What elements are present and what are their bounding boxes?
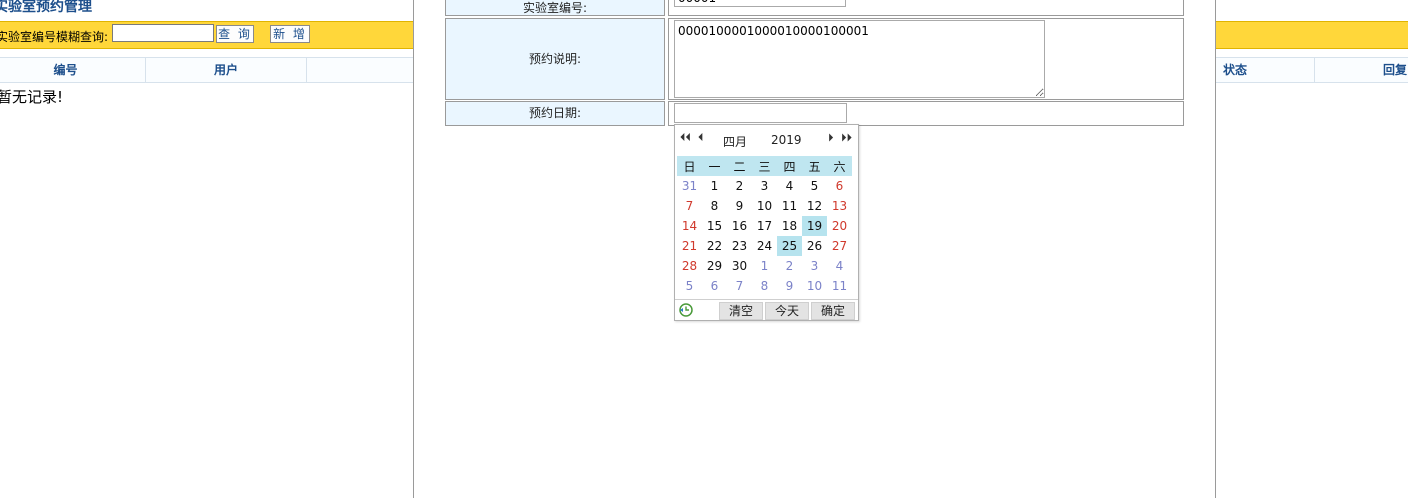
calendar-day[interactable]: 9: [727, 196, 752, 216]
lab-no-label: 实验室编号:: [445, 0, 665, 16]
calendar-day[interactable]: 16: [727, 216, 752, 236]
calendar-day-today[interactable]: 25: [777, 236, 802, 256]
calendar-day[interactable]: 7: [727, 276, 752, 296]
calendar-day[interactable]: 26: [802, 236, 827, 256]
weekday-header: 六: [827, 156, 852, 176]
lab-no-input[interactable]: [674, 0, 846, 7]
empty-message: 暂无记录!: [0, 88, 64, 106]
next-year-icon[interactable]: ⏵⏵: [841, 129, 852, 149]
calendar-week: 7 8 9 10 11 12 13: [677, 196, 852, 216]
desc-cell: 0000100001000010000100001: [668, 18, 1184, 100]
calendar-day[interactable]: 22: [702, 236, 727, 256]
calendar-grid: 日 一 二 三 四 五 六 31 1 2 3 4 5 6 7 8 9 10 11…: [677, 156, 852, 296]
prev-month-icon[interactable]: ⏴: [698, 129, 704, 149]
calendar-day[interactable]: 28: [677, 256, 702, 276]
column-header-reply: 回复: [1315, 58, 1408, 82]
new-button[interactable]: 新 增: [270, 25, 310, 43]
calendar-day[interactable]: 7: [677, 196, 702, 216]
calendar-week: 21 22 23 24 25 26 27: [677, 236, 852, 256]
calendar-day[interactable]: 5: [802, 176, 827, 196]
calendar-day[interactable]: 23: [727, 236, 752, 256]
weekday-row: 日 一 二 三 四 五 六: [677, 156, 852, 176]
date-input[interactable]: [674, 103, 847, 123]
calendar-day[interactable]: 9: [777, 276, 802, 296]
prev-year-icon[interactable]: ⏴⏴: [680, 129, 691, 149]
column-header-user: 用户: [146, 58, 307, 82]
calendar-day[interactable]: 1: [702, 176, 727, 196]
next-month-icon[interactable]: ⏵: [828, 129, 834, 149]
calendar-day[interactable]: 8: [752, 276, 777, 296]
calendar-day[interactable]: 27: [827, 236, 852, 256]
calendar-day[interactable]: 4: [777, 176, 802, 196]
date-cell: [668, 101, 1184, 126]
calendar-day[interactable]: 14: [677, 216, 702, 236]
calendar-day[interactable]: 2: [777, 256, 802, 276]
calendar-day[interactable]: 1: [752, 256, 777, 276]
calendar-day[interactable]: 8: [702, 196, 727, 216]
calendar-day[interactable]: 15: [702, 216, 727, 236]
calendar-day[interactable]: 11: [777, 196, 802, 216]
clear-button[interactable]: 清空: [719, 302, 763, 320]
calendar-day[interactable]: 2: [727, 176, 752, 196]
weekday-header: 一: [702, 156, 727, 176]
desc-label: 预约说明:: [445, 18, 665, 100]
search-input[interactable]: [112, 24, 214, 42]
calendar-day[interactable]: 29: [702, 256, 727, 276]
year-label[interactable]: 2019: [771, 133, 802, 147]
month-label[interactable]: 四月: [723, 133, 747, 150]
weekday-header: 四: [777, 156, 802, 176]
calendar-week: 5 6 7 8 9 10 11: [677, 276, 852, 296]
calendar-day[interactable]: 20: [827, 216, 852, 236]
clock-icon[interactable]: [679, 303, 693, 317]
calendar-day[interactable]: 18: [777, 216, 802, 236]
calendar-day[interactable]: 21: [677, 236, 702, 256]
calendar-day[interactable]: 31: [677, 176, 702, 196]
calendar-day[interactable]: 17: [752, 216, 777, 236]
calendar-day[interactable]: 6: [827, 176, 852, 196]
calendar-day[interactable]: 10: [752, 196, 777, 216]
calendar-day[interactable]: 3: [802, 256, 827, 276]
calendar-day[interactable]: 13: [827, 196, 852, 216]
weekday-header: 五: [802, 156, 827, 176]
desc-textarea[interactable]: 0000100001000010000100001: [674, 20, 1045, 98]
calendar-day[interactable]: 6: [702, 276, 727, 296]
lab-no-cell: [668, 0, 1184, 16]
calendar-day[interactable]: 10: [802, 276, 827, 296]
weekday-header: 三: [752, 156, 777, 176]
calendar-week: 31 1 2 3 4 5 6: [677, 176, 852, 196]
date-label: 预约日期:: [445, 101, 665, 126]
calendar-day[interactable]: 12: [802, 196, 827, 216]
weekday-header: 二: [727, 156, 752, 176]
query-button[interactable]: 查 询: [216, 25, 254, 43]
column-header-number: 编号: [0, 58, 146, 82]
calendar-day[interactable]: 3: [752, 176, 777, 196]
calendar-day-selected[interactable]: 19: [802, 216, 827, 236]
calendar-week: 14 15 16 17 18 19 20: [677, 216, 852, 236]
search-label: 实验室编号模糊查询:: [0, 30, 109, 44]
calendar-day[interactable]: 4: [827, 256, 852, 276]
date-picker-footer: 清空 今天 确定: [675, 299, 858, 321]
calendar-week: 28 29 30 1 2 3 4: [677, 256, 852, 276]
calendar-day[interactable]: 24: [752, 236, 777, 256]
weekday-header: 日: [677, 156, 702, 176]
ok-button[interactable]: 确定: [811, 302, 855, 320]
calendar-day[interactable]: 11: [827, 276, 852, 296]
date-picker: ⏴⏴ ⏴ 四月 2019 ⏵ ⏵⏵ 日 一 二 三 四 五 六 31 1 2 3…: [674, 124, 859, 321]
page-title: 实验室预约管理: [0, 0, 92, 15]
calendar-day[interactable]: 30: [727, 256, 752, 276]
calendar-day[interactable]: 5: [677, 276, 702, 296]
today-button[interactable]: 今天: [765, 302, 809, 320]
